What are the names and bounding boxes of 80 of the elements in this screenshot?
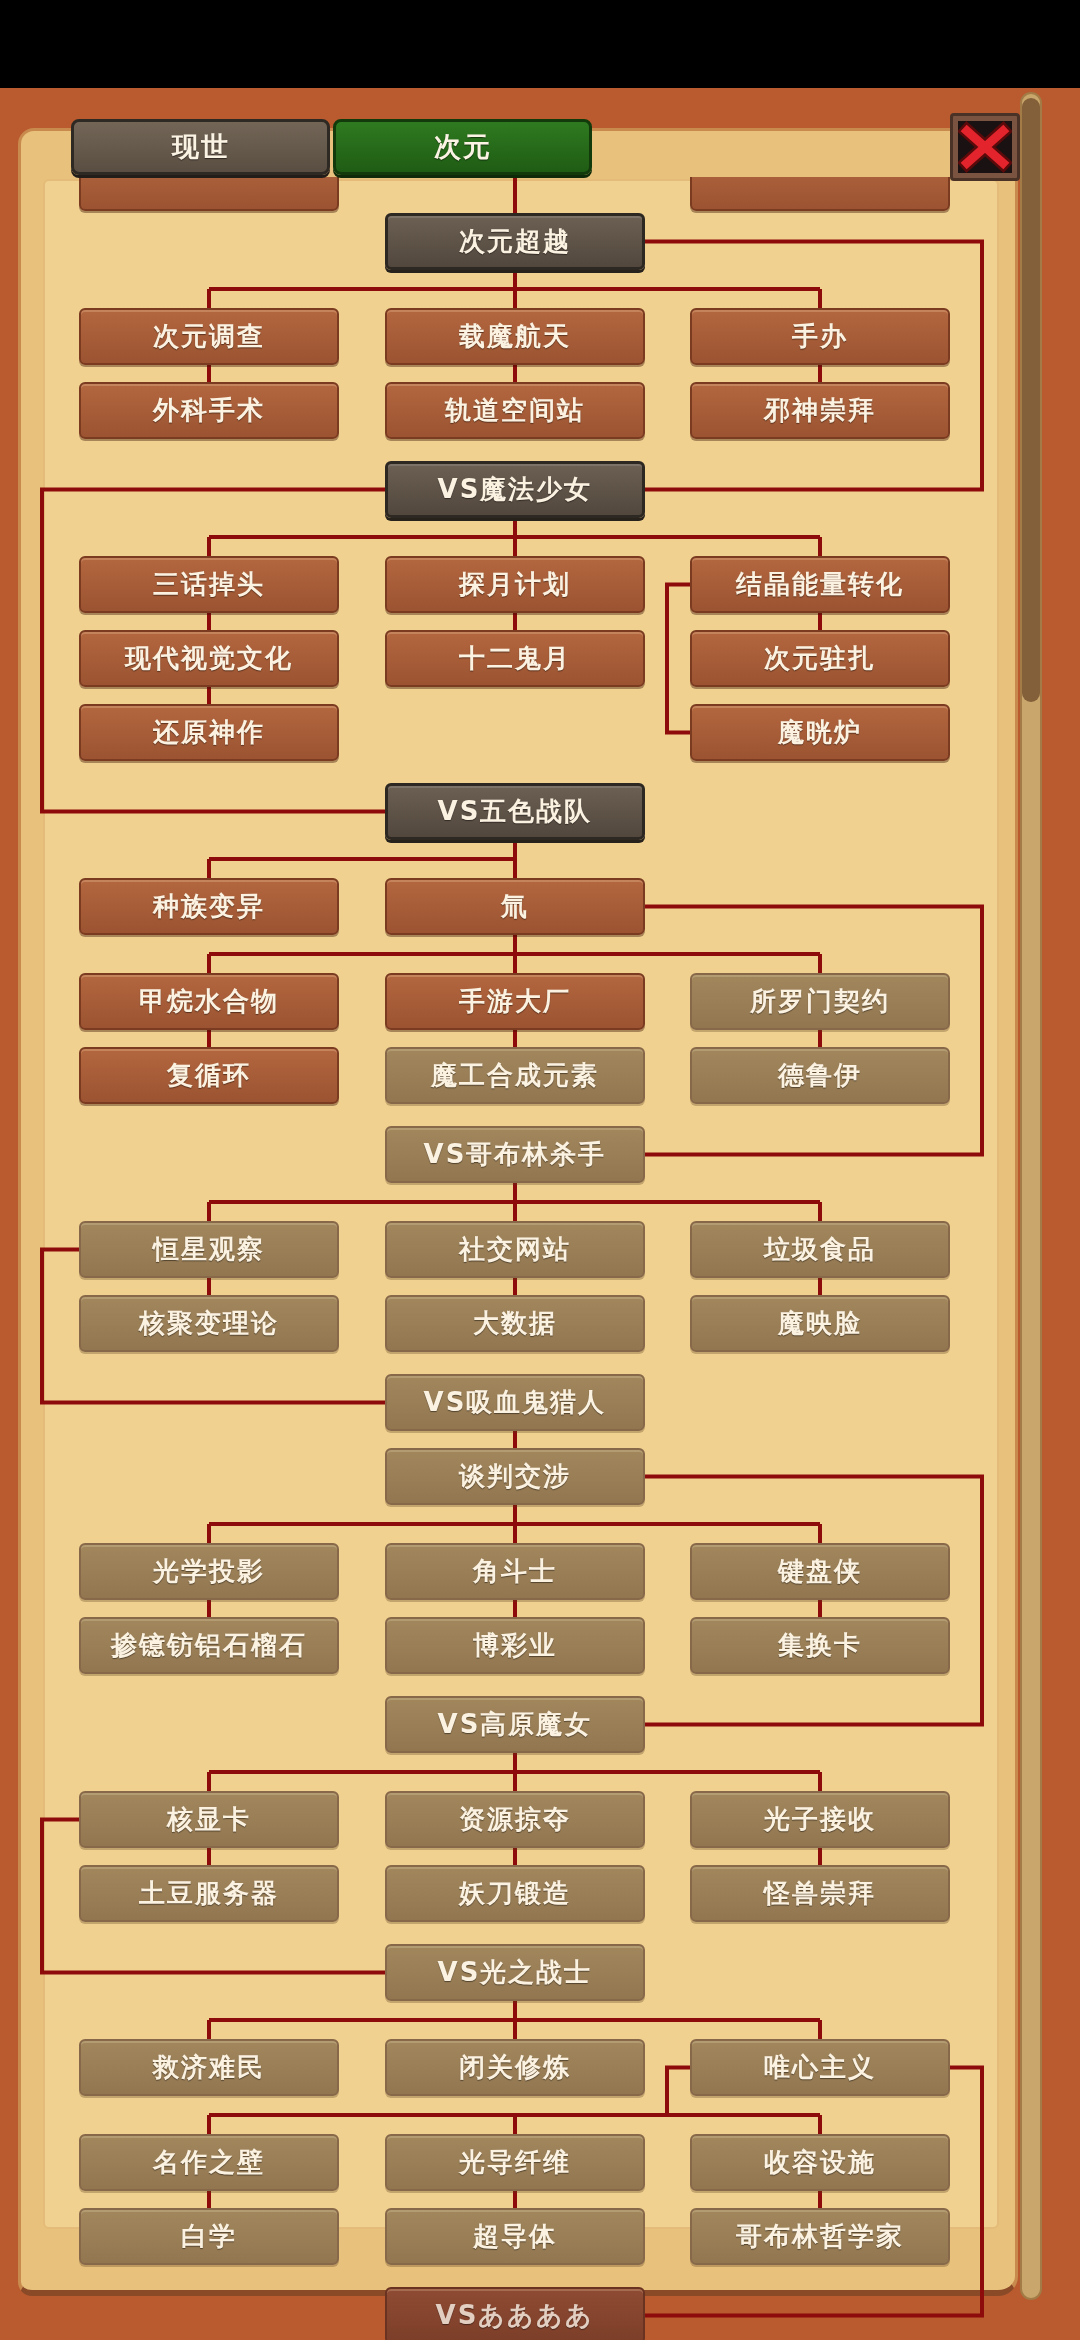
tech-node[interactable]: 光学投影 (79, 1543, 339, 1600)
tech-node[interactable]: 复循环 (79, 1047, 339, 1104)
tech-node[interactable]: 现代视觉文化 (79, 630, 339, 687)
connector-line (513, 365, 517, 382)
tech-node[interactable]: VS高原魔女 (385, 1696, 645, 1753)
tech-node[interactable]: 救济难民 (79, 2039, 339, 2096)
connector-line (513, 1431, 517, 1448)
connector-line (818, 1278, 822, 1295)
tech-node[interactable]: 怪兽崇拜 (690, 1865, 950, 1922)
tech-node[interactable]: 闭关修炼 (385, 2039, 645, 2096)
tab[interactable]: 现世 (71, 119, 330, 175)
tech-node[interactable]: 白学 (79, 2208, 339, 2265)
tech-node[interactable]: 次元驻扎 (690, 630, 950, 687)
tech-node[interactable]: VS哥布林杀手 (385, 1126, 645, 1183)
connector-line (513, 1600, 517, 1617)
connector-line (513, 177, 517, 213)
tech-node[interactable]: 次元调查 (79, 308, 339, 365)
connector-line (207, 1030, 211, 1047)
tech-node[interactable]: 集换卡 (690, 1617, 950, 1674)
tech-node[interactable]: 氚 (385, 878, 645, 935)
tech-node[interactable]: 手办 (690, 308, 950, 365)
tech-node[interactable]: VS五色战队 (385, 783, 645, 840)
tech-node[interactable]: 探月计划 (385, 556, 645, 613)
connector-line (513, 1848, 517, 1865)
tech-node[interactable]: 十二鬼月 (385, 630, 645, 687)
tech-node[interactable]: 恒星观察 (79, 1221, 339, 1278)
connector-line (207, 365, 211, 382)
tech-node[interactable]: 资源掠夺 (385, 1791, 645, 1848)
close-button[interactable] (950, 113, 1020, 181)
connector-line (207, 1600, 211, 1617)
tech-node[interactable]: 三话掉头 (79, 556, 339, 613)
tech-node[interactable]: 垃圾食品 (690, 1221, 950, 1278)
tech-node[interactable]: 超导体 (385, 2208, 645, 2265)
tech-node[interactable]: 魔映脸 (690, 1295, 950, 1352)
tech-node[interactable]: 妖刀锻造 (385, 1865, 645, 1922)
tech-node[interactable]: 种族变异 (79, 878, 339, 935)
tech-node[interactable]: 光子接收 (690, 1791, 950, 1848)
connector-line (513, 1278, 517, 1295)
connector-line (818, 1848, 822, 1865)
scrollbar-track[interactable] (1020, 92, 1042, 2300)
tech-node[interactable]: VS光之战士 (385, 1944, 645, 2001)
tech-node[interactable]: 手游大厂 (385, 973, 645, 1030)
tech-node[interactable]: 德鲁伊 (690, 1047, 950, 1104)
tech-node[interactable]: VSああああ (385, 2287, 645, 2340)
tech-node[interactable]: 邪神崇拜 (690, 382, 950, 439)
tech-node[interactable]: 大数据 (385, 1295, 645, 1352)
tech-node[interactable]: 还原神作 (79, 704, 339, 761)
tech-node[interactable]: 结晶能量转化 (690, 556, 950, 613)
tech-node[interactable]: 掺镱钫铝石榴石 (79, 1617, 339, 1674)
tech-node[interactable]: 轨道空间站 (385, 382, 645, 439)
tech-node[interactable]: 哥布林哲学家 (690, 2208, 950, 2265)
tech-node[interactable]: VS魔法少女 (385, 461, 645, 518)
tech-node[interactable]: 外科手术 (79, 382, 339, 439)
tech-node[interactable]: 收容设施 (690, 2134, 950, 2191)
tech-node[interactable]: 核显卡 (79, 1791, 339, 1848)
tech-node[interactable]: 光导纤维 (385, 2134, 645, 2191)
tech-node[interactable]: 谈判交涉 (385, 1448, 645, 1505)
scrollbar-thumb[interactable] (1022, 98, 1040, 702)
tech-node[interactable]: 名作之壁 (79, 2134, 339, 2191)
connector-line (207, 2191, 211, 2208)
tech-node[interactable]: 键盘侠 (690, 1543, 950, 1600)
tech-node[interactable]: 甲烷水合物 (79, 973, 339, 1030)
tech-node[interactable]: 唯心主义 (690, 2039, 950, 2096)
tech-node[interactable]: 魔工合成元素 (385, 1047, 645, 1104)
tech-node[interactable]: 魔晄炉 (690, 704, 950, 761)
tech-node[interactable]: VS吸血鬼猎人 (385, 1374, 645, 1431)
connector-line (818, 613, 822, 630)
tech-node[interactable]: 载魔航天 (385, 308, 645, 365)
tech-node[interactable]: 博彩业 (385, 1617, 645, 1674)
tech-node[interactable]: 土豆服务器 (79, 1865, 339, 1922)
tech-node[interactable]: 所罗门契约 (690, 973, 950, 1030)
connector-line (513, 613, 517, 630)
tech-node[interactable]: 社交网站 (385, 1221, 645, 1278)
tech-node[interactable]: 次元超越 (385, 213, 645, 270)
tab[interactable]: 次元 (333, 119, 592, 175)
tech-node[interactable]: 核聚变理论 (79, 1295, 339, 1352)
close-icon (958, 121, 1012, 173)
connector-line (513, 2191, 517, 2208)
tech-node[interactable]: 角斗士 (385, 1543, 645, 1600)
connector-line (513, 1030, 517, 1047)
